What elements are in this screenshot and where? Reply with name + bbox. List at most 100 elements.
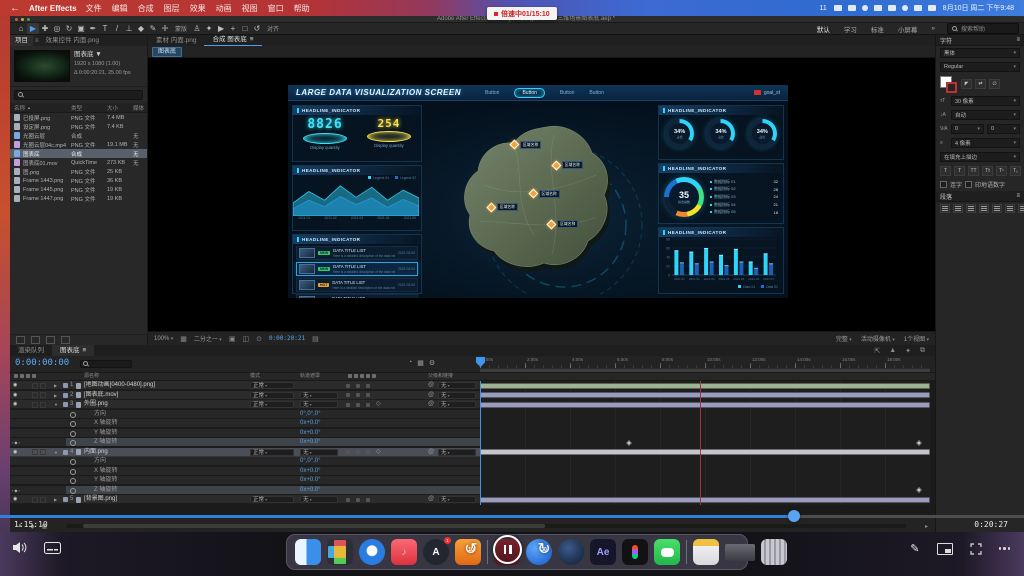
layer-name[interactable]: [背景图.png] xyxy=(84,495,117,504)
column-parent-link[interactable]: 父级和链接 xyxy=(428,373,453,380)
menu-item[interactable]: 效果 xyxy=(190,3,206,14)
project-item[interactable]: 图.pngPNG 文件25 KB xyxy=(10,167,147,176)
tab-project[interactable]: 项目 xyxy=(10,35,33,46)
property-value[interactable]: 0x+0.0° xyxy=(300,438,321,447)
property-name[interactable]: Y 轴旋转 xyxy=(94,429,118,438)
zoom-tool[interactable]: ◎ xyxy=(51,23,63,34)
trkmat-select[interactable]: 无 xyxy=(300,392,338,399)
kerning-select[interactable]: 0 xyxy=(951,124,984,134)
column-size[interactable]: 大小 xyxy=(107,104,133,112)
align-button[interactable] xyxy=(1018,204,1024,213)
stroke-mode-select[interactable]: 在填充上描边 xyxy=(940,152,1020,162)
twirl-icon[interactable]: ▼ xyxy=(54,400,58,409)
layer-lock-box[interactable] xyxy=(32,383,38,389)
project-item[interactable]: 图表底合成无 xyxy=(10,149,147,158)
parent-select[interactable]: 无 xyxy=(438,401,476,408)
project-item[interactable]: Frame 1447.pngPNG 文件19 KB xyxy=(10,194,147,203)
tracker-tool[interactable]: ✦ xyxy=(203,23,215,34)
property-name[interactable]: 方向 xyxy=(94,410,106,419)
back-icon[interactable]: ← xyxy=(10,3,20,14)
news-item[interactable]: HOTDATA TITLE LISTHere is a detailed des… xyxy=(296,278,418,292)
line-tool[interactable]: / xyxy=(111,23,123,34)
text-style-button[interactable]: TT xyxy=(968,166,979,176)
wifi-icon[interactable] xyxy=(902,5,908,11)
layer-switch-icon[interactable] xyxy=(346,498,350,502)
project-item[interactable]: Frame 1445.pngPNG 文件19 KB xyxy=(10,185,147,194)
workspace-学习[interactable]: 学习 xyxy=(844,24,857,34)
column-mode[interactable]: 模式 xyxy=(250,373,260,380)
app-store-icon[interactable]: A1 xyxy=(423,539,449,565)
menubar-clock[interactable]: 8月10日 周二 下午9:48 xyxy=(943,3,1014,13)
parent-pickwhip-icon[interactable]: @ xyxy=(428,495,434,504)
timeline-property-row[interactable]: ‹◆›Z 轴旋转0x+0.0° xyxy=(10,486,935,496)
property-name[interactable]: X 轴旋转 xyxy=(94,419,118,428)
panel-menu-icon[interactable]: ≡ xyxy=(1016,37,1020,43)
timeline-layer-row[interactable]: ◉▼4内面.png正常无◇@无 xyxy=(10,448,935,458)
layer-lock-box[interactable] xyxy=(32,392,38,398)
tab-footage[interactable]: 素材 内面.png xyxy=(148,36,204,46)
parent-pickwhip-icon[interactable]: @ xyxy=(428,448,434,457)
trkmat-select[interactable]: 无 xyxy=(300,496,338,503)
property-value[interactable]: 0°,0°,0° xyxy=(300,457,321,466)
zoom-out-timeline-icon[interactable]: ▸ xyxy=(925,523,928,530)
stroke-color-swatch[interactable] xyxy=(946,82,957,93)
3d-switch-icon[interactable]: ◇ xyxy=(376,448,381,457)
project-item[interactable]: 光圈云层合成无 xyxy=(10,131,147,140)
menu-item[interactable]: 动画 xyxy=(216,3,232,14)
viewer-timecode[interactable]: 0:00:20:21 xyxy=(269,335,305,342)
music-icon[interactable]: ♪ xyxy=(391,539,417,565)
property-value[interactable]: 0x+0.0° xyxy=(300,419,321,428)
parent-pickwhip-icon[interactable]: @ xyxy=(428,381,434,390)
keyframe-icon[interactable] xyxy=(916,487,922,493)
pause-button[interactable] xyxy=(493,535,522,564)
hindi-checkbox[interactable] xyxy=(965,181,972,188)
layer-name[interactable]: [图表底.mov] xyxy=(84,391,118,400)
wechat-icon[interactable] xyxy=(654,539,680,565)
dashboard-nav-item[interactable]: Button xyxy=(560,90,574,96)
layer-color-chip[interactable] xyxy=(63,383,68,388)
hand-tool[interactable]: ✚ xyxy=(39,23,51,34)
swap-colors-icon[interactable]: ⇄ xyxy=(975,79,986,89)
news-item[interactable]: NEWDATA TITLE LISTHere is a detailed des… xyxy=(296,262,418,276)
rotate-tool[interactable]: ↺ xyxy=(251,23,263,34)
layer-name[interactable]: 内面.png xyxy=(84,448,108,457)
stopwatch-icon[interactable] xyxy=(70,440,76,446)
menu-item[interactable]: 图层 xyxy=(164,3,180,14)
blend-mode-select[interactable]: 正常 xyxy=(250,496,294,503)
timeline-layer-row[interactable]: ◉▶5[背景图.png]正常无@无 xyxy=(10,495,935,505)
fast-previews-select[interactable]: 完整 xyxy=(836,334,852,343)
column-type[interactable]: 类型 xyxy=(71,104,107,112)
property-value[interactable]: 0x+0.0° xyxy=(300,476,321,485)
layer-visibility-icon[interactable]: ◉ xyxy=(13,391,17,400)
after-effects-icon[interactable]: Ae xyxy=(590,539,616,565)
layer-solo-box[interactable] xyxy=(40,383,46,389)
twirl-icon[interactable]: ▼ xyxy=(54,448,58,457)
trkmat-select[interactable]: 无 xyxy=(300,449,338,456)
region-of-interest-icon[interactable]: ▣ xyxy=(229,335,236,343)
timeline-property-row[interactable]: 方向0°,0°,0° xyxy=(10,457,935,467)
project-item[interactable]: 图表底01.movQuickTime273 KB无 xyxy=(10,158,147,167)
view-layout-select[interactable]: 1个视图 xyxy=(904,334,929,343)
panel-menu-icon[interactable]: ≡ xyxy=(1016,193,1020,199)
orbit-tool[interactable]: ↻ xyxy=(63,23,75,34)
menu-item[interactable]: 文件 xyxy=(86,3,102,14)
layer-color-chip[interactable] xyxy=(63,497,68,502)
layer-solo-box[interactable] xyxy=(40,392,46,398)
camera-select[interactable]: 活动摄像机 xyxy=(861,334,895,343)
property-value[interactable]: 0x+0.0° xyxy=(300,467,321,476)
project-item[interactable]: 设定屏.pngPNG 文件7.4 KB xyxy=(10,122,147,131)
layer-solo-box[interactable] xyxy=(40,402,46,408)
search-help-input[interactable]: 搜索帮助 xyxy=(947,23,1019,34)
layer-switch-icon[interactable] xyxy=(356,450,360,454)
snapshot-icon[interactable]: ▤ xyxy=(312,335,319,343)
grid-options-icon[interactable]: ▦ xyxy=(180,335,187,343)
layer-switch-icon[interactable] xyxy=(366,450,370,454)
layer-solo-box[interactable] xyxy=(40,497,46,503)
layer-switch-icon[interactable] xyxy=(356,384,360,388)
dashboard-nav-item[interactable]: Button xyxy=(589,90,603,96)
layer-duration-bar[interactable] xyxy=(480,449,930,455)
panel-menu-icon[interactable]: ≡ xyxy=(250,35,254,45)
minimized-window-icon[interactable] xyxy=(725,544,755,561)
news-item[interactable]: NEWDATA TITLE LISTHere is a detailed des… xyxy=(296,246,418,260)
stopwatch-icon[interactable] xyxy=(70,421,76,427)
